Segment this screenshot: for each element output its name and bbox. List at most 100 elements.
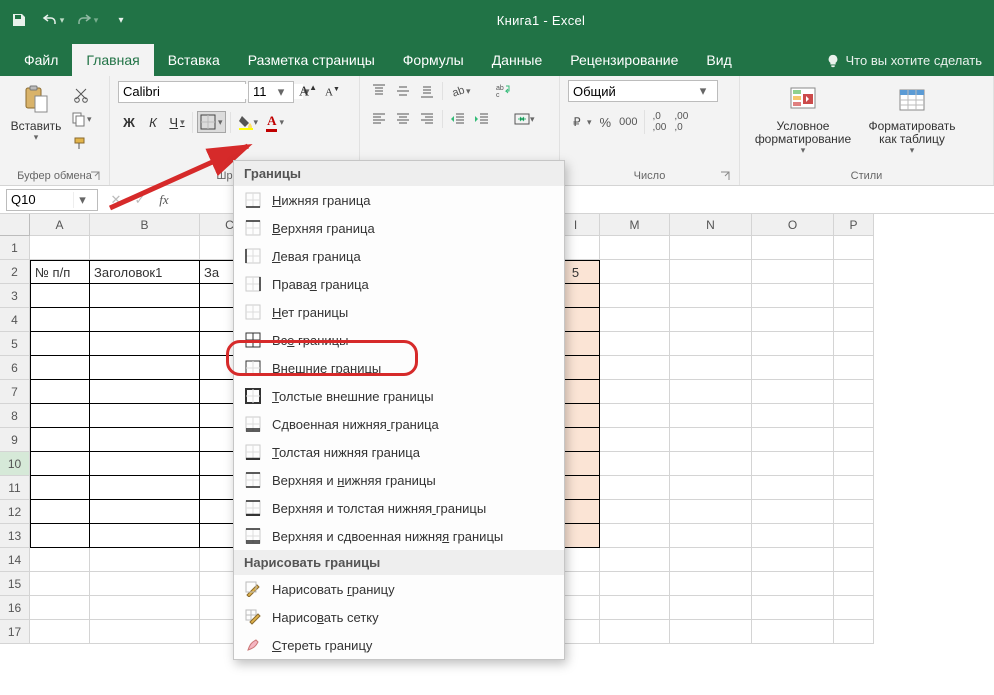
tab-page-layout[interactable]: Разметка страницы — [234, 44, 389, 76]
cell[interactable] — [30, 452, 90, 476]
redo-icon[interactable]: ▾ — [74, 7, 100, 33]
cell[interactable] — [90, 284, 200, 308]
cell[interactable]: Заголовок1 — [90, 260, 200, 284]
cell[interactable] — [834, 620, 874, 644]
cell[interactable] — [30, 332, 90, 356]
cell[interactable] — [90, 356, 200, 380]
cell[interactable] — [834, 356, 874, 380]
cell[interactable] — [752, 596, 834, 620]
cell[interactable] — [30, 572, 90, 596]
menu-item-border-5[interactable]: Все границы — [234, 326, 564, 354]
conditional-formatting-button[interactable]: Условное форматирование▾ — [748, 80, 858, 156]
cell[interactable] — [752, 620, 834, 644]
align-left-button[interactable] — [368, 108, 390, 130]
cell[interactable] — [600, 380, 670, 404]
cell[interactable] — [752, 452, 834, 476]
dialog-launcher-icon[interactable] — [89, 170, 101, 182]
cell[interactable] — [834, 380, 874, 404]
cell[interactable] — [834, 572, 874, 596]
cell[interactable] — [90, 476, 200, 500]
cell[interactable] — [670, 308, 752, 332]
row-header[interactable]: 1 — [0, 236, 30, 260]
cell[interactable] — [834, 260, 874, 284]
cell[interactable] — [752, 428, 834, 452]
cell[interactable] — [30, 524, 90, 548]
menu-item-border-10[interactable]: Верхняя и нижняя границы — [234, 466, 564, 494]
format-painter-button[interactable] — [68, 132, 95, 154]
row-header[interactable]: 11 — [0, 476, 30, 500]
cancel-formula-button[interactable]: ✕ — [104, 189, 128, 211]
cell[interactable] — [752, 332, 834, 356]
menu-item-draw-2[interactable]: Стереть границу — [234, 631, 564, 659]
cell[interactable] — [752, 548, 834, 572]
customize-qat-icon[interactable]: ▾ — [108, 7, 134, 33]
cell[interactable] — [752, 404, 834, 428]
format-as-table-button[interactable]: Форматировать как таблицу▾ — [862, 80, 962, 156]
column-header[interactable]: B — [90, 214, 200, 236]
cell[interactable] — [30, 476, 90, 500]
cell[interactable] — [600, 476, 670, 500]
column-header[interactable]: P — [834, 214, 874, 236]
decrease-font-button[interactable]: A▼ — [322, 83, 343, 102]
cell[interactable] — [90, 380, 200, 404]
font-name-combo[interactable]: ▾ — [118, 81, 246, 103]
select-all-corner[interactable] — [0, 214, 30, 236]
comma-format-button[interactable]: 000 — [616, 113, 640, 131]
cell[interactable] — [30, 500, 90, 524]
tab-view[interactable]: Вид — [692, 44, 745, 76]
cell[interactable]: № п/п — [30, 260, 90, 284]
italic-button[interactable]: К — [142, 112, 164, 133]
accounting-format-button[interactable]: ₽▾ — [568, 111, 595, 133]
copy-button[interactable]: ▾ — [68, 108, 95, 130]
decrease-decimal-button[interactable]: ,00,0 — [671, 108, 691, 136]
row-header[interactable]: 4 — [0, 308, 30, 332]
cell[interactable] — [90, 500, 200, 524]
cell[interactable] — [30, 548, 90, 572]
cell[interactable] — [90, 236, 200, 260]
align-center-button[interactable] — [392, 108, 414, 130]
cell[interactable] — [600, 356, 670, 380]
menu-item-border-12[interactable]: Верхняя и сдвоенная нижняя границы — [234, 522, 564, 550]
insert-function-button[interactable]: fx — [152, 189, 176, 211]
cell[interactable] — [670, 500, 752, 524]
row-header[interactable]: 8 — [0, 404, 30, 428]
undo-icon[interactable]: ▾ — [40, 7, 66, 33]
cell[interactable] — [834, 332, 874, 356]
cell[interactable] — [670, 332, 752, 356]
cell[interactable] — [90, 332, 200, 356]
increase-indent-button[interactable] — [471, 108, 493, 130]
cell[interactable] — [30, 428, 90, 452]
cell[interactable] — [670, 572, 752, 596]
paste-button[interactable]: Вставить ▾ — [8, 80, 64, 143]
increase-font-button[interactable]: A▲ — [296, 80, 320, 104]
chevron-down-icon[interactable]: ▾ — [73, 192, 91, 208]
align-right-button[interactable] — [416, 108, 438, 130]
tab-formulas[interactable]: Формулы — [389, 44, 478, 76]
tab-review[interactable]: Рецензирование — [556, 44, 692, 76]
cell[interactable] — [752, 524, 834, 548]
name-box-input[interactable] — [7, 192, 73, 207]
merge-center-button[interactable]: ▾ — [511, 108, 538, 130]
cell[interactable] — [30, 284, 90, 308]
cell[interactable] — [600, 332, 670, 356]
row-header[interactable]: 13 — [0, 524, 30, 548]
tab-data[interactable]: Данные — [478, 44, 557, 76]
cell[interactable] — [90, 452, 200, 476]
cell[interactable] — [670, 524, 752, 548]
cell[interactable] — [600, 500, 670, 524]
column-header[interactable]: A — [30, 214, 90, 236]
menu-item-border-8[interactable]: Сдвоенная нижняя граница — [234, 410, 564, 438]
cell[interactable] — [670, 548, 752, 572]
row-header[interactable]: 5 — [0, 332, 30, 356]
cell[interactable] — [670, 476, 752, 500]
cell[interactable] — [600, 524, 670, 548]
cell[interactable] — [834, 548, 874, 572]
align-middle-button[interactable] — [392, 80, 414, 102]
tab-home[interactable]: Главная — [72, 44, 153, 76]
decrease-indent-button[interactable] — [447, 108, 469, 130]
menu-item-border-4[interactable]: Нет границы — [234, 298, 564, 326]
chevron-down-icon[interactable]: ▾ — [695, 83, 711, 99]
font-size-combo[interactable]: ▾ — [248, 81, 294, 103]
cell[interactable] — [752, 380, 834, 404]
row-header[interactable]: 3 — [0, 284, 30, 308]
